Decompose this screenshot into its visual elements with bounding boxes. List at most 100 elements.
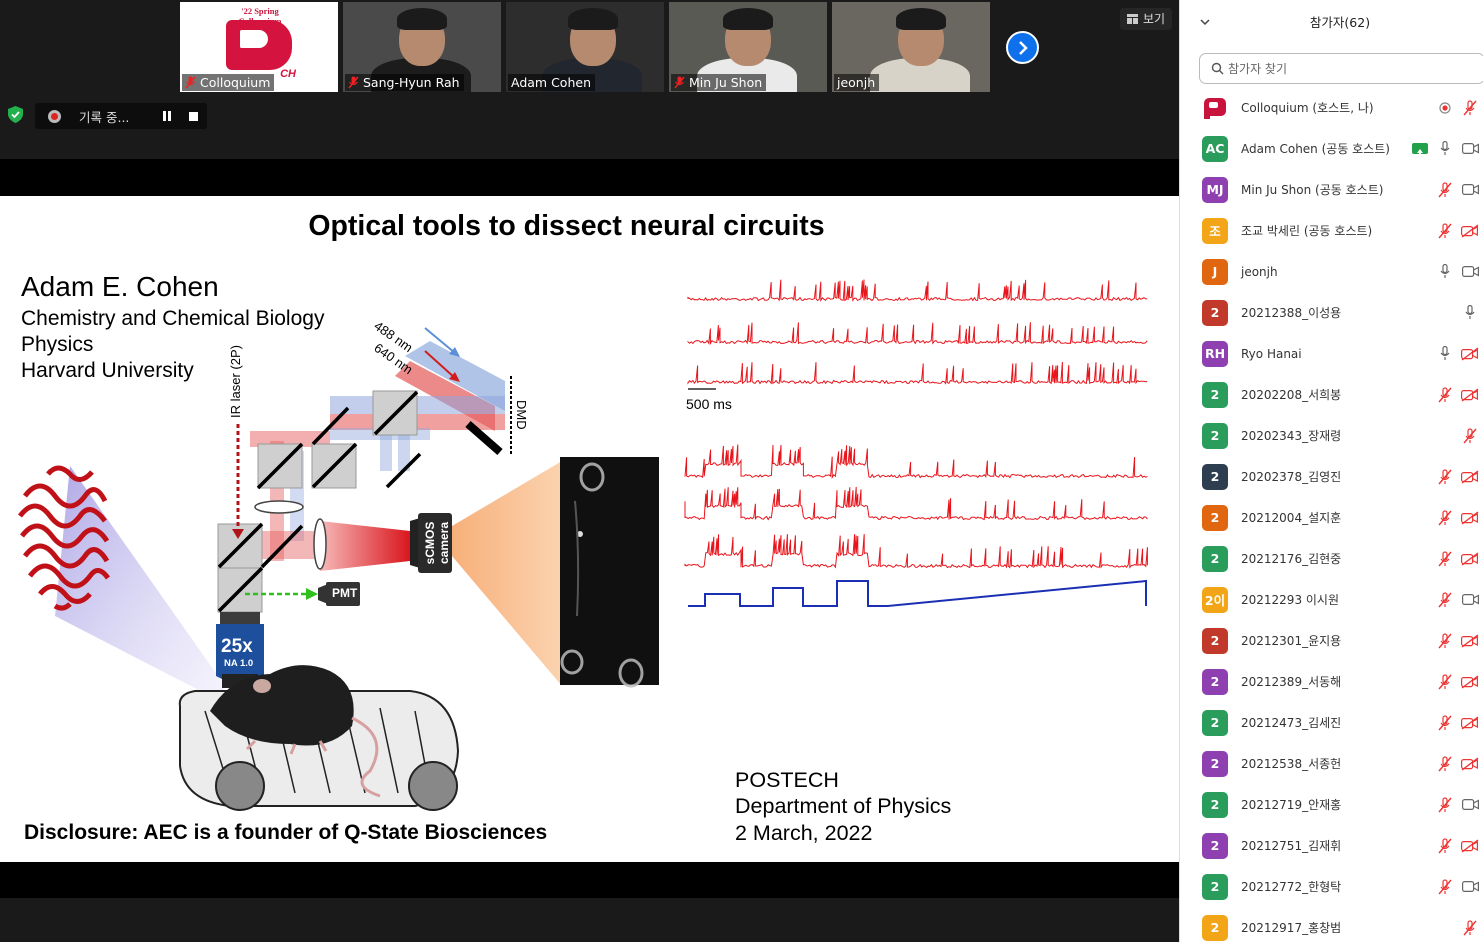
participant-name-tag: Sang-Hyun Rah (345, 74, 464, 91)
participant-name: Min Ju Shon (689, 75, 763, 90)
microphone-icon (1440, 141, 1450, 155)
participant-status-icons (1434, 837, 1483, 855)
video-camera-icon (1461, 266, 1479, 277)
participant-name: jeonjh (837, 75, 876, 90)
participant-avatar: 2 (1202, 504, 1228, 531)
participant-row[interactable]: 2 20202343_장재령 (1180, 415, 1483, 456)
participant-row[interactable]: 2 20212388_이성용 (1180, 292, 1483, 333)
participant-avatar: AC (1202, 135, 1228, 162)
participant-video-thumbnail[interactable]: Min Ju Shon (669, 2, 827, 92)
microphone-muted-icon (1438, 222, 1452, 238)
participant-name-tag: jeonjh (834, 74, 880, 91)
video-camera-off-icon (1461, 756, 1479, 771)
grid-view-icon (1127, 14, 1138, 24)
screen-share-icon (1412, 143, 1428, 156)
participant-search-box[interactable] (1199, 53, 1483, 84)
view-button-label: 보기 (1143, 12, 1166, 26)
participant-list-name: 20212751_김재휘 (1241, 839, 1342, 853)
participant-video-thumbnail[interactable]: Sang-Hyun Rah (343, 2, 501, 92)
recording-indicator: 기록 중... (35, 103, 207, 129)
participant-status-icons (1434, 796, 1483, 814)
participant-list-name: Min Ju Shon (공동 호스트) (1241, 183, 1384, 197)
microphone-icon (1440, 264, 1450, 278)
participant-row[interactable]: 2 20212751_김재휘 (1180, 825, 1483, 866)
video-camera-off-icon (1461, 551, 1479, 566)
participant-row[interactable]: 2 20202208_서희봉 (1180, 374, 1483, 415)
participant-row[interactable]: 2 20212389_서동해 (1180, 661, 1483, 702)
stimulus-waveform (688, 579, 1147, 607)
microphone-muted-icon (1438, 468, 1452, 484)
video-camera-off-icon (1461, 510, 1479, 525)
participant-list-name: 20212538_서종헌 (1241, 757, 1342, 771)
participant-status-icons (1459, 304, 1483, 322)
next-page-arrow-button[interactable] (1006, 31, 1039, 64)
slide-affiliation: Harvard University (21, 359, 194, 382)
pause-recording-button[interactable] (163, 111, 173, 121)
video-camera-off-icon (1461, 346, 1479, 361)
video-camera-off-icon (1461, 387, 1479, 402)
video-camera-icon (1461, 799, 1479, 810)
security-shield-icon[interactable] (8, 106, 23, 123)
participant-status-icons (1434, 509, 1483, 527)
participant-list-name: 20202343_장재령 (1241, 429, 1342, 443)
pmt-label: PMT (332, 586, 358, 600)
participant-row[interactable]: 조 조교 박세린 (공동 호스트) (1180, 210, 1483, 251)
participant-avatar: 2 (1202, 627, 1228, 654)
video-camera-icon (1461, 881, 1479, 892)
participant-row[interactable]: Colloquium (호스트, 나) (1180, 87, 1483, 128)
participant-row[interactable]: 2 20212004_설지훈 (1180, 497, 1483, 538)
participant-list-name: Adam Cohen (공동 호스트) (1241, 142, 1390, 156)
video-thumbnail-strip: '22 Spring ColloquiumCHColloquium Sang-Hy… (180, 2, 1040, 92)
participant-row[interactable]: 2 20212473_김세진 (1180, 702, 1483, 743)
dmd-label: DMD (514, 400, 529, 430)
participant-row[interactable]: 2 20212719_안재홍 (1180, 784, 1483, 825)
chevron-right-icon (1018, 40, 1028, 55)
participant-row[interactable]: Jjeonjh (1180, 251, 1483, 292)
participant-video-thumbnail[interactable]: '22 Spring ColloquiumCHColloquium (180, 2, 338, 92)
voltage-trace (687, 322, 1148, 346)
microphone-muted-icon (1438, 755, 1452, 771)
participant-status-icons (1434, 99, 1483, 117)
participant-name-tag: Min Ju Shon (671, 74, 767, 91)
video-camera-icon (1461, 184, 1479, 195)
participant-list-name: jeonjh (1241, 264, 1278, 279)
participants-panel: 참가자(62) Colloquium (호스트, 나) AC Adam Cohen … (1179, 0, 1483, 942)
participant-row[interactable]: 2 20212301_윤지용 (1180, 620, 1483, 661)
participant-video-thumbnail[interactable]: jeonjh (832, 2, 990, 92)
microphone-muted-icon (1438, 837, 1452, 853)
participant-avatar: 2 (1202, 463, 1228, 490)
participant-row[interactable]: 2 20202378_김영진 (1180, 456, 1483, 497)
participant-status-icons (1434, 386, 1483, 404)
recording-icon (1439, 101, 1451, 114)
microphone-muted-icon (1438, 632, 1452, 648)
participant-video-thumbnail[interactable]: Adam Cohen (506, 2, 664, 92)
participant-row[interactable]: 2 20212772_한형탁 (1180, 866, 1483, 907)
participant-list-name: Colloquium (호스트, 나) (1241, 101, 1374, 115)
participant-list-name: 20212719_안재홍 (1241, 798, 1342, 812)
view-button[interactable]: 보기 (1120, 8, 1173, 30)
participant-avatar: 2 (1202, 791, 1228, 818)
stop-recording-button[interactable] (189, 111, 199, 121)
microphone-muted-icon (1438, 796, 1452, 812)
participant-row[interactable]: 2 20212538_서종헌 (1180, 743, 1483, 784)
microphone-icon (1465, 305, 1475, 319)
participant-row[interactable]: RH Ryo Hanai (1180, 333, 1483, 374)
participant-avatar: 2 (1202, 750, 1228, 777)
camera-label: sCMOS camera (423, 521, 451, 565)
search-icon (1211, 62, 1224, 75)
participant-row[interactable]: AC Adam Cohen (공동 호스트) (1180, 128, 1483, 169)
participant-status-icons (1434, 591, 1483, 609)
mic-muted-icon (348, 76, 359, 89)
ir-laser-label: IR laser (2P) (228, 345, 243, 418)
participant-status-icons (1434, 468, 1483, 486)
microphone-muted-icon (1438, 673, 1452, 689)
participant-avatar: 2 (1202, 381, 1228, 408)
participant-row[interactable]: MJ Min Ju Shon (공동 호스트) (1180, 169, 1483, 210)
video-camera-off-icon (1461, 223, 1479, 238)
participant-row[interactable]: 2 20212176_김현중 (1180, 538, 1483, 579)
participant-row[interactable]: 2 20212917_홍창범 (1180, 907, 1483, 942)
participant-row[interactable]: 2이 20212293 이시원 (1180, 579, 1483, 620)
participant-search-input[interactable] (1228, 61, 1468, 76)
participant-list-name: 20212388_이성용 (1241, 306, 1342, 320)
video-camera-off-icon (1461, 469, 1479, 484)
